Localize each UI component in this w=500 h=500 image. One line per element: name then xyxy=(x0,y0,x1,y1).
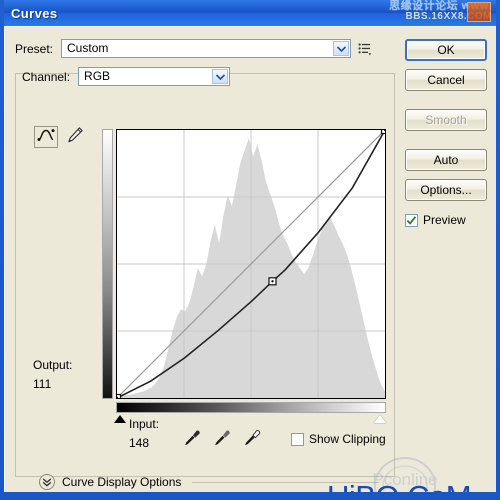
pencil-tool-button[interactable] xyxy=(63,126,87,148)
window-frame: Curves 思缘设计论坛 www. BBS.16XX8.COM Preset:… xyxy=(0,0,500,500)
watermark-badge-icon xyxy=(467,2,491,22)
white-point-slider[interactable] xyxy=(374,415,386,423)
chevron-down-icon[interactable] xyxy=(333,41,350,56)
gray-point-eyedropper-icon[interactable] xyxy=(213,429,231,447)
curve-tool-icon xyxy=(37,128,55,147)
preview-row[interactable]: Preview xyxy=(405,213,487,227)
section-divider xyxy=(192,481,379,483)
options-button[interactable]: Options... xyxy=(405,179,487,201)
preset-value: Custom xyxy=(67,41,109,55)
channel-select[interactable]: RGB xyxy=(78,67,231,86)
curve-display-options-row[interactable]: Curve Display Options xyxy=(39,474,379,490)
show-clipping-row[interactable]: Show Clipping xyxy=(291,432,386,446)
button-column: OK Cancel Smooth Auto Options... Preview xyxy=(405,39,487,227)
curves-dialog-screenshot: Curves 思缘设计论坛 www. BBS.16XX8.COM Preset:… xyxy=(0,0,500,500)
output-label: Output: xyxy=(33,358,73,372)
black-point-slider[interactable] xyxy=(114,415,126,423)
channel-row: Channel: RGB xyxy=(22,67,231,86)
pencil-tool-icon xyxy=(66,126,84,149)
curve-plot-area[interactable] xyxy=(116,129,386,399)
chevron-double-down-icon[interactable] xyxy=(39,474,55,490)
preview-label: Preview xyxy=(423,213,466,227)
horizontal-input-gradient xyxy=(116,402,386,413)
input-value[interactable]: 148 xyxy=(129,436,149,450)
title-bar[interactable]: Curves 思缘设计论坛 www. BBS.16XX8.COM xyxy=(4,0,496,26)
chevron-down-icon[interactable] xyxy=(212,69,229,84)
eyedropper-group xyxy=(183,429,261,447)
show-clipping-checkbox[interactable] xyxy=(291,432,304,446)
curve-display-options-label: Curve Display Options xyxy=(62,475,182,489)
preview-checkbox[interactable] xyxy=(405,213,418,227)
show-clipping-label: Show Clipping xyxy=(309,432,386,446)
curve-tool-button[interactable] xyxy=(34,126,58,148)
vertical-output-gradient xyxy=(102,129,113,399)
ok-button[interactable]: OK xyxy=(405,39,487,61)
black-point-eyedropper-icon[interactable] xyxy=(183,429,201,447)
window-title: Curves xyxy=(11,5,58,21)
curve-control-point-dot xyxy=(271,280,274,283)
auto-button[interactable]: Auto xyxy=(405,149,487,171)
curve-tool-group xyxy=(34,126,87,148)
white-point-eyedropper-icon[interactable] xyxy=(243,429,261,447)
curve-plot-svg xyxy=(117,130,385,398)
preset-label: Preset: xyxy=(15,41,54,56)
preset-select[interactable]: Custom xyxy=(61,39,352,58)
preset-row: Preset: Custom xyxy=(15,39,372,58)
preset-menu-icon[interactable] xyxy=(358,42,372,56)
channel-label: Channel: xyxy=(22,69,71,84)
channel-value: RGB xyxy=(84,69,111,83)
output-value[interactable]: 111 xyxy=(33,377,51,391)
dialog-body: Preset: Custom Channel: RGB Output: 111 … xyxy=(4,26,496,492)
input-label: Input: xyxy=(129,417,160,431)
cancel-button[interactable]: Cancel xyxy=(405,69,487,91)
checkmark-icon xyxy=(406,215,417,225)
smooth-button: Smooth xyxy=(405,109,487,131)
